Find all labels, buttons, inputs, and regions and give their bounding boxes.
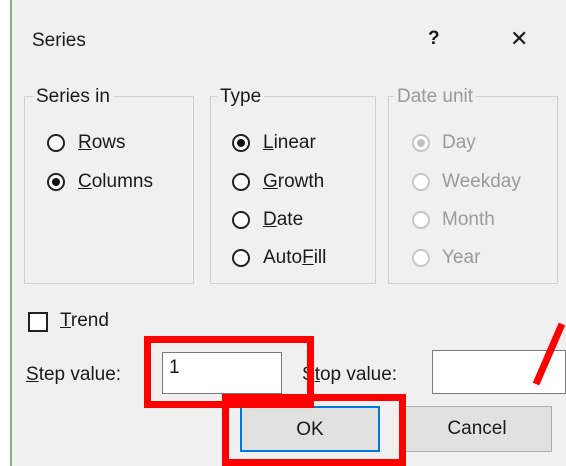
month-radio[interactable] [412,211,430,229]
stop-value-label: Stop value: [302,364,398,385]
step-value-label: Step value: [26,364,122,385]
date-radio[interactable] [232,211,250,229]
date-unit-legend: Date unit [394,86,477,108]
weekday-radio[interactable] [412,173,430,191]
columns-label[interactable]: Columns [78,171,153,193]
day-label: Day [442,132,476,153]
rows-radio[interactable] [47,134,65,152]
linear-label[interactable]: Linear [263,132,316,154]
linear-radio[interactable] [232,134,250,152]
month-label: Month [442,209,495,230]
growth-radio[interactable] [232,173,250,191]
year-label: Year [442,247,481,268]
day-radio[interactable] [412,134,430,152]
date-label[interactable]: Date [263,209,303,231]
autofill-radio[interactable] [232,249,250,267]
step-value-input[interactable]: 1 [162,352,282,394]
columns-radio[interactable] [47,173,65,191]
growth-label[interactable]: Growth [263,171,324,193]
dialog-title: Series [32,30,86,51]
weekday-label: Weekday [442,171,521,192]
ok-button[interactable]: OK [240,406,380,452]
close-icon[interactable]: ✕ [510,26,528,52]
help-button[interactable]: ? [428,28,440,50]
cancel-button[interactable]: Cancel [402,406,552,452]
type-legend: Type [217,86,265,108]
series-dialog: Series ? ✕ Series in Rows Columns Type L… [12,0,566,466]
series-in-legend: Series in [33,86,113,108]
trend-checkbox[interactable] [28,312,48,332]
radio-selected-dot [237,139,245,147]
red-arrow-stroke [532,322,566,386]
year-radio[interactable] [412,249,430,267]
autofill-label[interactable]: AutoFill [263,247,326,269]
trend-label[interactable]: Trend [60,310,109,332]
radio-selected-dot [417,139,425,147]
rows-label[interactable]: Rows [78,132,126,154]
radio-selected-dot [52,178,60,186]
